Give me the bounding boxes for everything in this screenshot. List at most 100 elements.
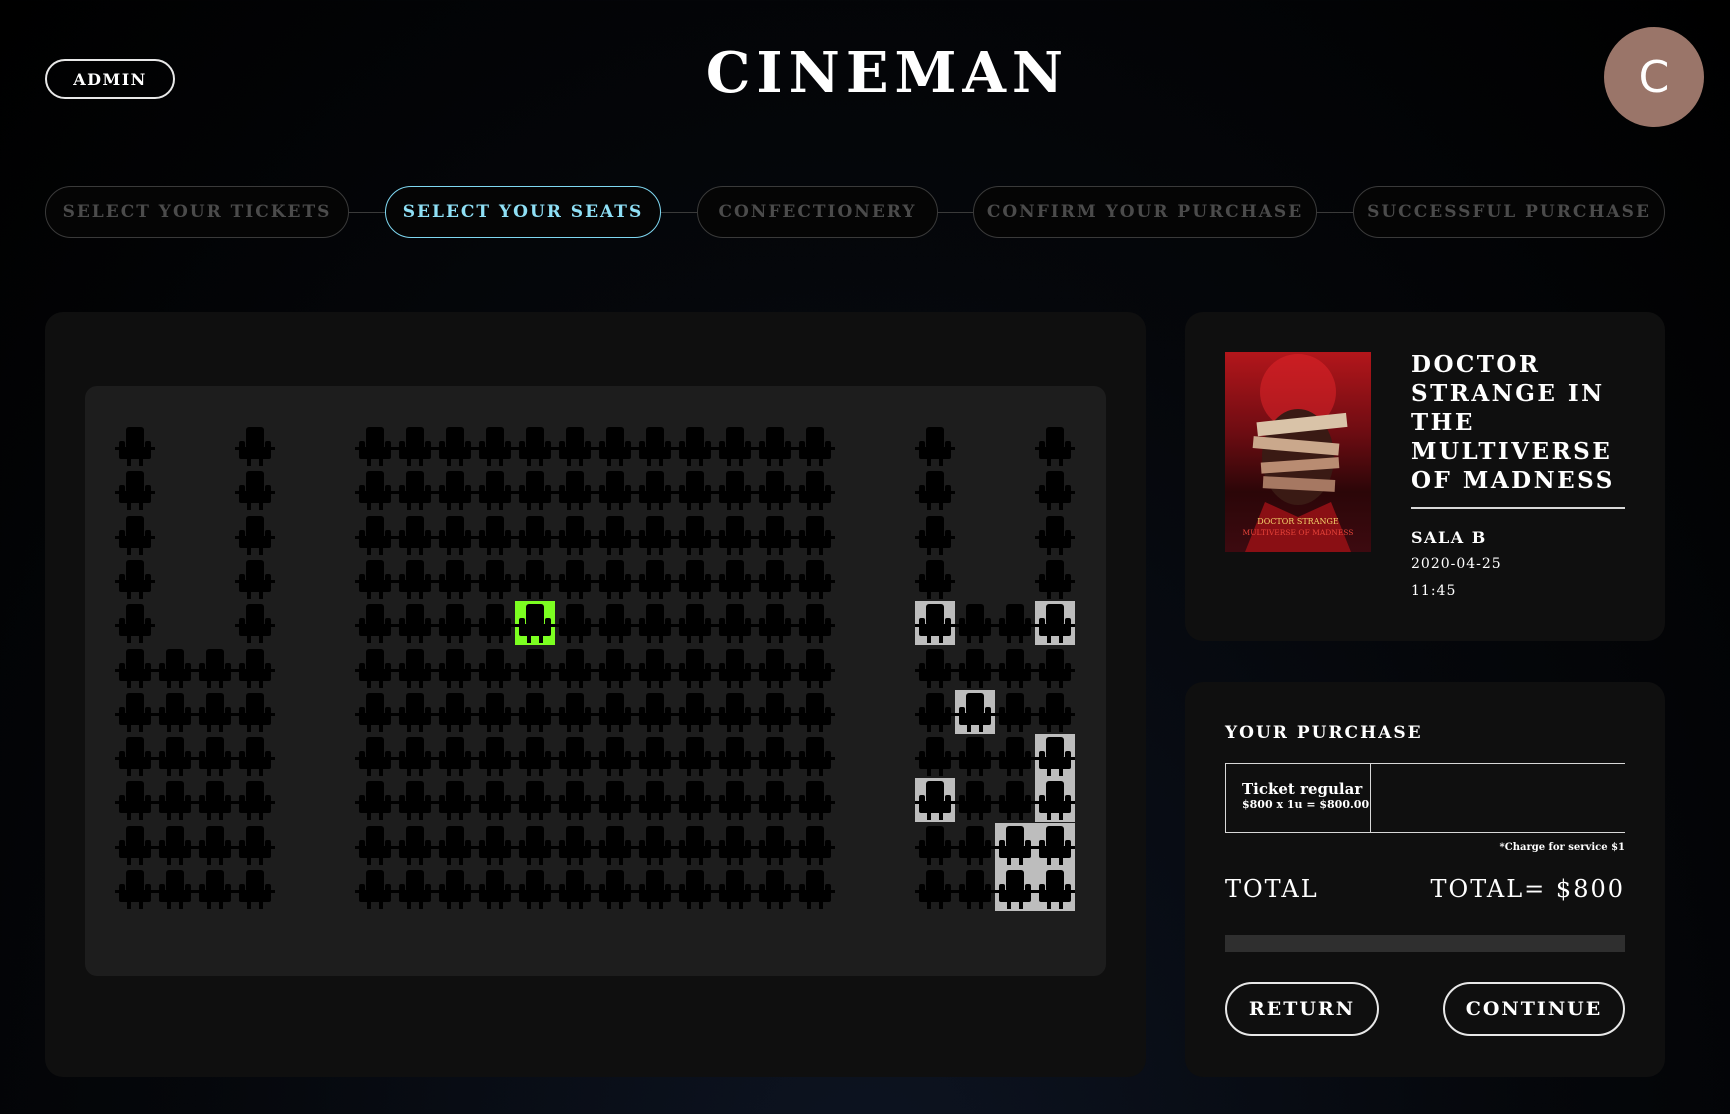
seat-available[interactable] [235,424,275,468]
seat-available[interactable] [795,468,835,512]
seat-available[interactable] [675,734,715,778]
seat-available[interactable] [635,424,675,468]
seat-available[interactable] [355,424,395,468]
seat-available[interactable] [915,734,955,778]
seat-available[interactable] [115,424,155,468]
seat-available[interactable] [915,646,955,690]
seat-available[interactable] [675,468,715,512]
seat-available[interactable] [395,823,435,867]
seat-available[interactable] [115,867,155,911]
step-confirm-purchase[interactable]: CONFIRM YOUR PURCHASE [973,186,1317,238]
seat-available[interactable] [115,601,155,645]
seat-available[interactable] [595,601,635,645]
seat-available[interactable] [555,557,595,601]
seat-available[interactable] [795,513,835,557]
seat-available[interactable] [435,690,475,734]
seat-available[interactable] [715,468,755,512]
seat-available[interactable] [755,690,795,734]
seat-available[interactable] [635,601,675,645]
seat-available[interactable] [715,734,755,778]
seat-available[interactable] [795,867,835,911]
seat-available[interactable] [755,778,795,822]
seat-available[interactable] [995,778,1035,822]
return-button[interactable]: RETURN [1225,982,1379,1036]
seat-available[interactable] [995,646,1035,690]
seat-available[interactable] [395,424,435,468]
seat-available[interactable] [675,557,715,601]
seat-available[interactable] [235,778,275,822]
seat-available[interactable] [635,734,675,778]
seat-available[interactable] [395,734,435,778]
seat-available[interactable] [475,557,515,601]
seat-available[interactable] [395,646,435,690]
seat-available[interactable] [115,778,155,822]
seat-available[interactable] [795,557,835,601]
seat-available[interactable] [755,468,795,512]
seat-available[interactable] [435,823,475,867]
seat-available[interactable] [355,778,395,822]
seat-available[interactable] [955,867,995,911]
seat-available[interactable] [635,557,675,601]
seat-available[interactable] [795,601,835,645]
seat-available[interactable] [355,601,395,645]
step-select-seats[interactable]: SELECT YOUR SEATS [385,186,661,238]
seat-available[interactable] [515,778,555,822]
seat-available[interactable] [635,646,675,690]
seat-available[interactable] [595,513,635,557]
seat-available[interactable] [395,867,435,911]
seat-available[interactable] [515,424,555,468]
seat-available[interactable] [155,646,195,690]
seat-available[interactable] [435,424,475,468]
seat-available[interactable] [675,601,715,645]
seat-available[interactable] [395,778,435,822]
seat-available[interactable] [915,690,955,734]
seat-available[interactable] [155,867,195,911]
seat-available[interactable] [475,823,515,867]
seat-available[interactable] [675,823,715,867]
seat-available[interactable] [155,734,195,778]
seat-available[interactable] [555,690,595,734]
continue-button[interactable]: CONTINUE [1443,982,1625,1036]
seat-available[interactable] [475,867,515,911]
seat-available[interactable] [595,690,635,734]
seat-available[interactable] [755,867,795,911]
seat-available[interactable] [355,513,395,557]
seat-available[interactable] [235,468,275,512]
seat-available[interactable] [635,468,675,512]
seat-available[interactable] [755,557,795,601]
seat-available[interactable] [235,513,275,557]
seat-available[interactable] [555,513,595,557]
seat-available[interactable] [755,646,795,690]
seat-available[interactable] [515,468,555,512]
seat-available[interactable] [635,513,675,557]
user-avatar[interactable]: C [1604,27,1704,127]
seat-available[interactable] [915,513,955,557]
seat-available[interactable] [115,513,155,557]
seat-available[interactable] [595,557,635,601]
step-successful-purchase[interactable]: SUCCESSFUL PURCHASE [1353,186,1665,238]
seat-available[interactable] [755,734,795,778]
seat-available[interactable] [195,646,235,690]
seat-available[interactable] [355,734,395,778]
seat-available[interactable] [435,601,475,645]
seat-available[interactable] [115,734,155,778]
seat-available[interactable] [955,646,995,690]
seat-available[interactable] [915,867,955,911]
seat-available[interactable] [595,823,635,867]
seat-available[interactable] [355,690,395,734]
seat-available[interactable] [235,823,275,867]
seat-available[interactable] [235,646,275,690]
seat-available[interactable] [1035,646,1075,690]
seat-available[interactable] [795,690,835,734]
seat-available[interactable] [395,601,435,645]
seat-available[interactable] [635,778,675,822]
seat-available[interactable] [515,867,555,911]
seat-available[interactable] [715,778,755,822]
seat-available[interactable] [195,734,235,778]
seat-available[interactable] [115,690,155,734]
seat-available[interactable] [595,424,635,468]
seat-available[interactable] [235,690,275,734]
seat-available[interactable] [475,778,515,822]
seat-available[interactable] [635,823,675,867]
seat-available[interactable] [715,867,755,911]
